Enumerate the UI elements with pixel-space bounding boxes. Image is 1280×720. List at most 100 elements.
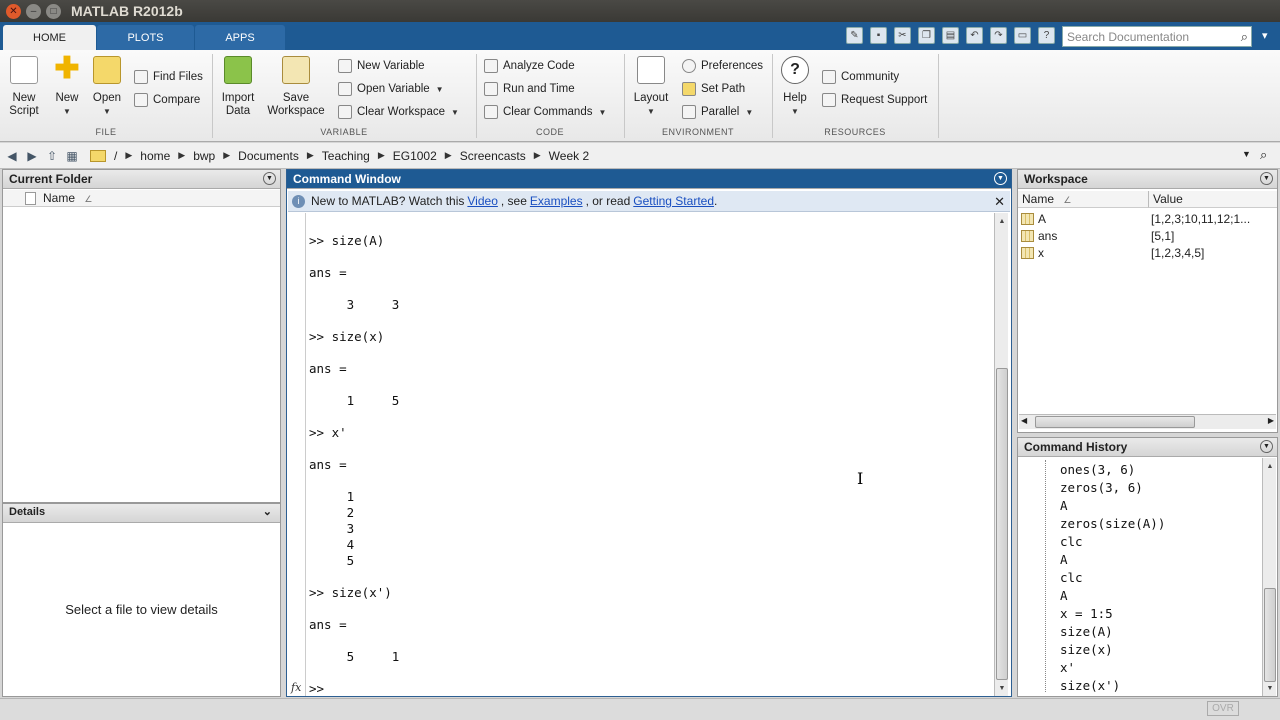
history-item[interactable]: A [1060,498,1068,513]
clear-commands-button[interactable]: Clear Commands ▼ [484,103,606,121]
quick-access-settings-icon[interactable]: ✎ [846,27,863,44]
breadcrumb-item[interactable]: EG1002 [393,149,437,163]
find-files-button[interactable]: Find Files [134,68,203,86]
history-item[interactable]: size(x) [1060,642,1113,657]
ribbon-divider [624,54,625,138]
scroll-thumb[interactable] [996,368,1008,680]
history-item[interactable]: ones(3, 6) [1060,462,1135,477]
copy-icon[interactable]: ❐ [918,27,935,44]
switch-windows-icon[interactable]: ▭ [1014,27,1031,44]
workspace-value-column-header[interactable]: Value [1149,191,1277,208]
tab-apps[interactable]: APPS [195,25,285,50]
scroll-down-icon[interactable]: ▼ [995,682,1009,694]
undo-icon[interactable]: ↶ [966,27,983,44]
getting-started-link[interactable]: Getting Started [633,194,714,208]
address-dropdown-icon[interactable]: ▼ [1242,149,1251,159]
collapse-chevron-icon[interactable]: ⌄ [263,505,272,518]
compare-button[interactable]: Compare [134,91,200,109]
tab-plots[interactable]: PLOTS [97,25,194,50]
open-variable-button[interactable]: Open Variable ▼ [338,80,444,98]
search-documentation-input[interactable]: Search Documentation ⌕ [1062,26,1252,47]
breadcrumb-item[interactable]: Documents [238,149,299,163]
new-script-button[interactable]: New Script [4,54,44,118]
help-button[interactable]: ? Help ▼ [776,54,814,118]
history-item[interactable]: A [1060,588,1068,603]
new-button[interactable]: ✚ New ▼ [48,54,86,118]
search-icon[interactable]: ⌕ [1241,29,1248,45]
panel-menu-icon[interactable]: ▼ [1260,440,1273,453]
folder-open-icon [93,56,121,84]
workspace-name-column-header[interactable]: Name ∠ [1018,191,1149,208]
run-and-time-button[interactable]: Run and Time [484,80,575,98]
workspace-title: Workspace [1024,172,1088,186]
browse-folder-icon[interactable]: ▦ [64,148,80,164]
clear-workspace-button[interactable]: Clear Workspace ▼ [338,103,459,121]
open-button[interactable]: Open ▼ [88,54,126,118]
history-item[interactable]: size(x') [1060,678,1120,693]
breadcrumb-root[interactable]: / [114,149,117,163]
new-script-label: New Script [9,92,39,117]
tab-home[interactable]: HOME [3,25,96,50]
parallel-button[interactable]: Parallel ▼ [682,103,753,121]
breadcrumb-item[interactable]: Screencasts [460,149,526,163]
cut-icon[interactable]: ✂ [894,27,911,44]
history-item[interactable]: clc [1060,534,1083,549]
expand-ribbon-icon[interactable]: ▾ [1262,29,1268,42]
video-link[interactable]: Video [467,194,497,208]
breadcrumb-item[interactable]: bwp [193,149,215,163]
scroll-up-icon[interactable]: ▲ [995,215,1009,227]
scroll-right-icon[interactable]: ▶ [1268,416,1274,425]
history-item[interactable]: zeros(3, 6) [1060,480,1143,495]
workspace-row[interactable]: ans [5,1] [1019,227,1274,244]
folder-icon [90,149,106,162]
history-item[interactable]: clc [1060,570,1083,585]
scroll-left-icon[interactable]: ◀ [1021,416,1027,425]
up-folder-icon[interactable]: ⇧ [44,148,60,164]
history-item[interactable]: zeros(size(A)) [1060,516,1165,531]
function-browser-icon[interactable]: fx [291,681,301,694]
breadcrumb-item[interactable]: Teaching [322,149,370,163]
save-icon[interactable]: ▪ [870,27,887,44]
scroll-thumb[interactable] [1035,416,1195,428]
maximize-window-icon[interactable]: □ [46,3,61,19]
back-arrow-icon[interactable]: ◀ [4,148,20,164]
analyze-code-button[interactable]: Analyze Code [484,57,575,75]
examples-link[interactable]: Examples [530,194,583,208]
help-icon[interactable]: ? [1038,27,1055,44]
minimize-window-icon[interactable]: – [26,3,41,19]
history-scrollbar[interactable]: ▲ ▼ [1262,458,1276,696]
paste-icon[interactable]: ▤ [942,27,959,44]
panel-menu-icon[interactable]: ▼ [1260,172,1273,185]
community-button[interactable]: Community [822,68,899,86]
workspace-hscrollbar[interactable]: ◀ ▶ [1019,414,1276,429]
forward-arrow-icon[interactable]: ▶ [24,148,40,164]
redo-icon[interactable]: ↷ [990,27,1007,44]
set-path-button[interactable]: Set Path [682,80,745,98]
scroll-up-icon[interactable]: ▲ [1263,460,1277,472]
breadcrumb-item[interactable]: home [140,149,170,163]
history-item[interactable]: size(A) [1060,624,1113,639]
help-label: Help [783,92,807,104]
close-window-icon[interactable]: ✕ [6,3,21,19]
request-support-button[interactable]: Request Support [822,91,927,109]
new-variable-button[interactable]: New Variable [338,57,425,75]
history-item[interactable]: x = 1:5 [1060,606,1113,621]
layout-button[interactable]: Layout ▼ [630,54,672,118]
close-banner-icon[interactable]: ✕ [994,194,1005,210]
breadcrumb-item[interactable]: Week 2 [549,149,589,163]
name-column-header[interactable]: Name ∠ [3,190,280,207]
scroll-down-icon[interactable]: ▼ [1263,682,1277,694]
preferences-button[interactable]: Preferences [682,57,763,75]
scroll-thumb[interactable] [1264,588,1276,682]
command-prompt[interactable]: >> [309,681,324,696]
save-workspace-button[interactable]: Save Workspace [264,54,328,118]
history-item[interactable]: x' [1060,660,1075,675]
panel-menu-icon[interactable]: ▼ [994,172,1007,185]
search-folder-icon[interactable]: ⌕ [1260,147,1267,163]
workspace-row[interactable]: A [1,2,3;10,11,12;1... [1019,210,1274,227]
panel-menu-icon[interactable]: ▼ [263,172,276,185]
history-item[interactable]: A [1060,552,1068,567]
command-scrollbar[interactable]: ▲ ▼ [994,213,1008,696]
import-data-button[interactable]: Import Data [216,54,260,118]
workspace-row[interactable]: x [1,2,3,4,5] [1019,244,1274,261]
